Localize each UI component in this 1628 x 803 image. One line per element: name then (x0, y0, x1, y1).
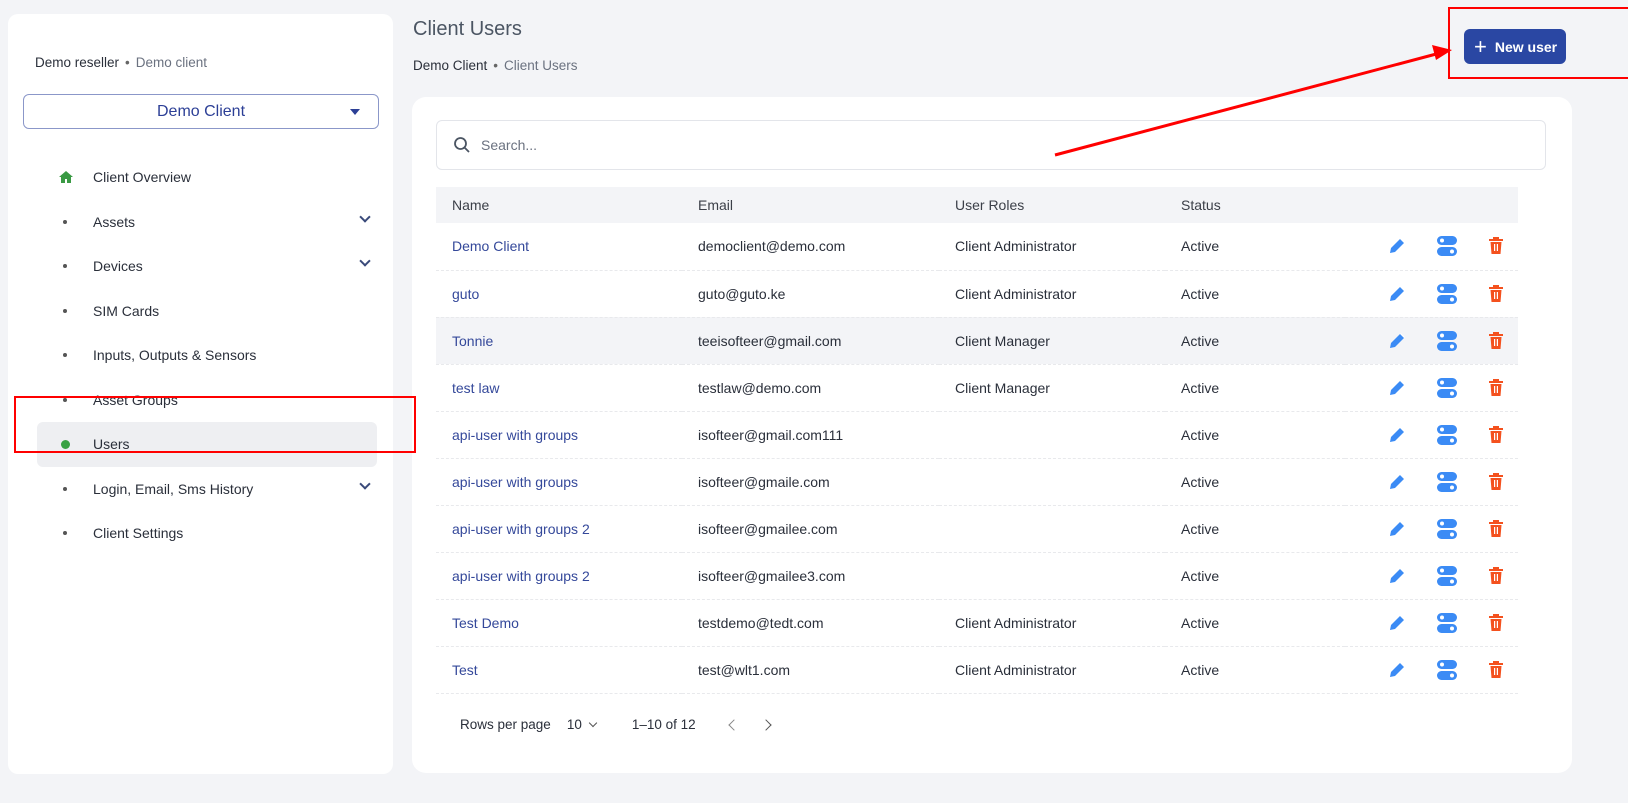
annotation-arrow (1054, 45, 1452, 157)
